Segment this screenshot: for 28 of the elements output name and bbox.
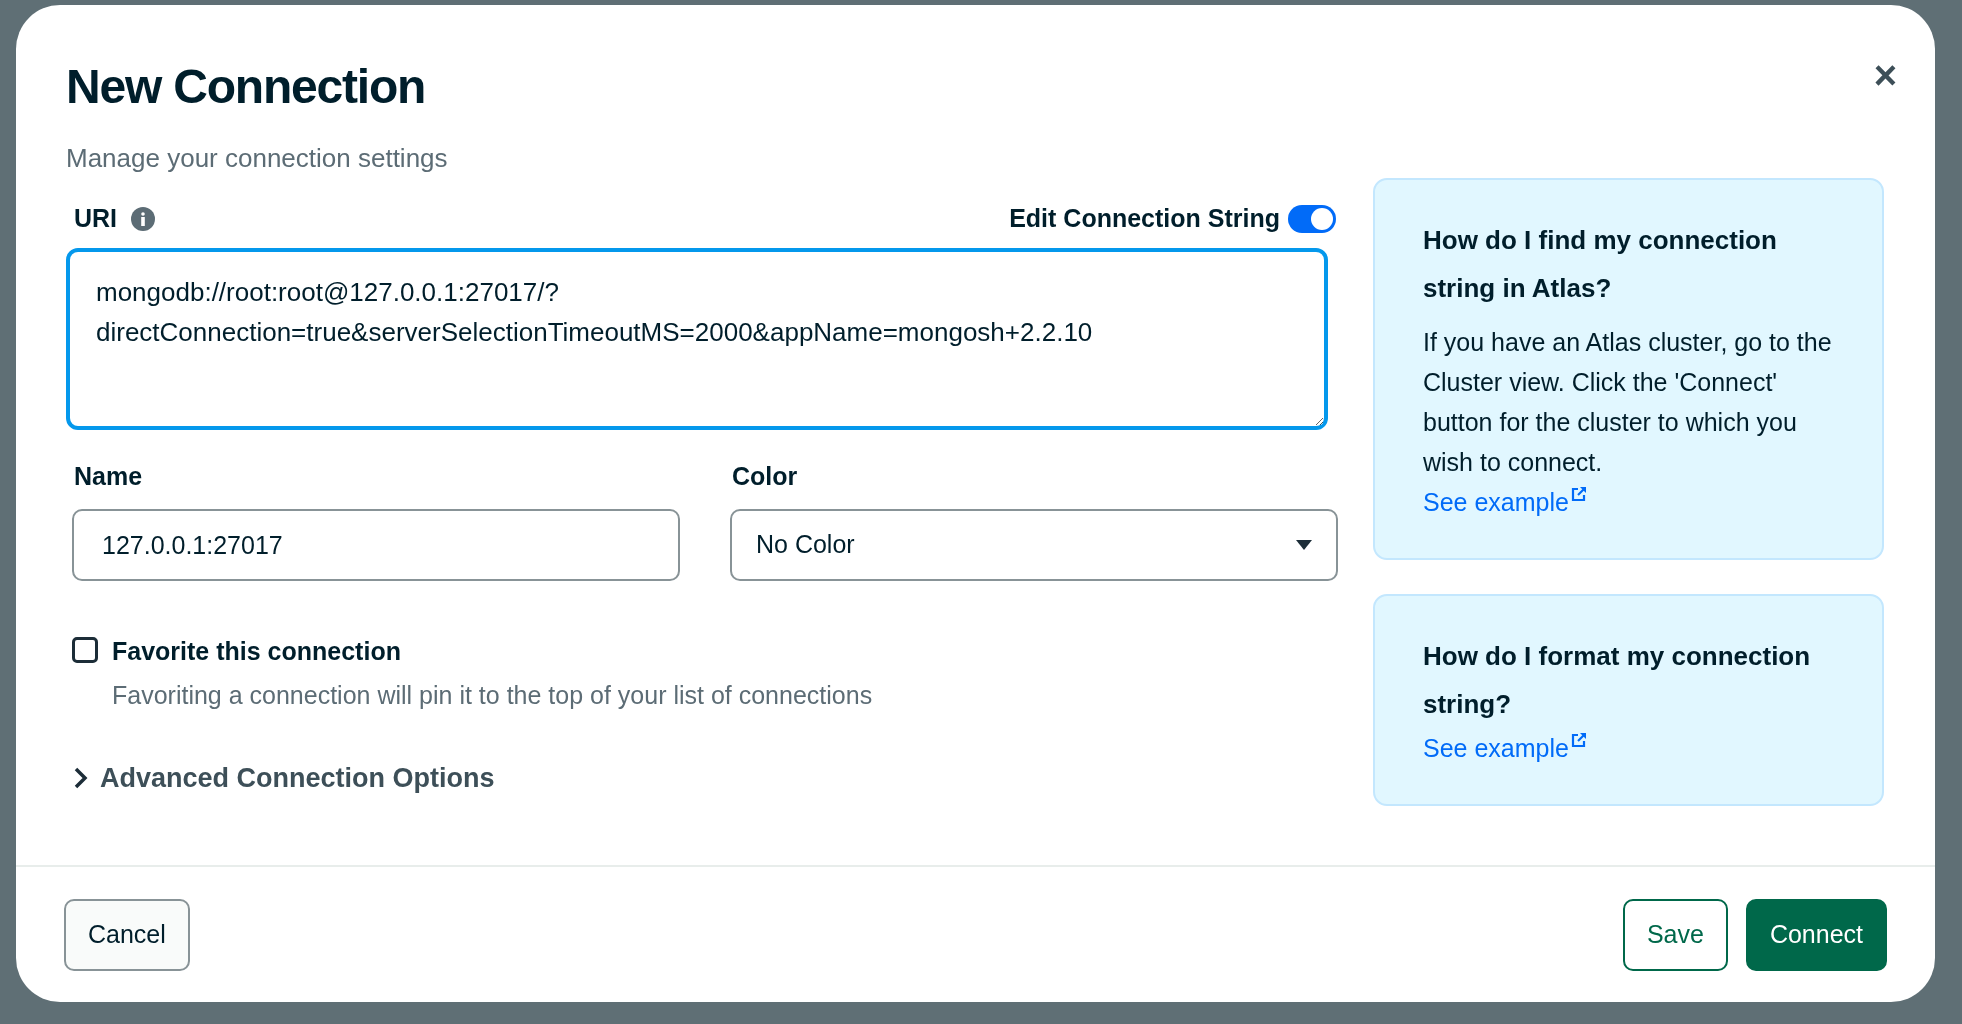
info-icon[interactable]	[131, 206, 156, 231]
edit-string-toggle[interactable]	[1288, 204, 1336, 233]
chevron-icon	[74, 767, 88, 790]
color-select[interactable]: No Color	[730, 509, 1338, 581]
help-card-title: How do I format my connection string?	[1423, 640, 1812, 721]
help-card-title: How do I find my connection string in Atlas?	[1423, 224, 1778, 305]
primary-button[interactable]: Connect	[1745, 898, 1887, 971]
cancel-button[interactable]: Cancel	[64, 898, 190, 971]
close-button[interactable]: ×	[1873, 55, 1897, 95]
name-field[interactable]: 127.0.0.1:27017	[72, 509, 680, 581]
see-example-link[interactable]: See example	[1423, 482, 1587, 522]
outline-button[interactable]: Save	[1622, 898, 1728, 971]
dialog-title: New Connection	[66, 59, 427, 115]
uri-label: URI	[74, 203, 118, 234]
toggle-label: Edit Connection String	[1009, 203, 1280, 234]
favorite-description: Favoriting a connection will pin it to the top of your list of connections	[112, 679, 873, 711]
see-example-link[interactable]: See example	[1423, 728, 1587, 768]
caret-icon	[1296, 540, 1312, 550]
dialog-subtitle: Manage your connection settings	[66, 142, 449, 175]
help-card-text: If you have an Atlas cluster, go to the Cluster view. Click the 'Connect' button for the cluster to which you wish to connect.	[1423, 327, 1833, 478]
favorite-checkbox[interactable]	[72, 637, 98, 663]
name-label: Name	[73, 460, 144, 492]
color-label: Color	[731, 460, 799, 492]
external-link-icon	[1570, 486, 1587, 502]
uri-field[interactable]: mongodb://root:root@127.0.0.1:27017/?directConnection=true&serverSelectionTimeoutMS=2000&appName=mongosh+2.2.10	[66, 247, 1328, 430]
favorite-label: Favorite this connection	[112, 636, 402, 667]
advanced-options-toggle[interactable]: Advanced Connection Options	[74, 758, 495, 799]
external-link-icon	[1570, 732, 1587, 748]
